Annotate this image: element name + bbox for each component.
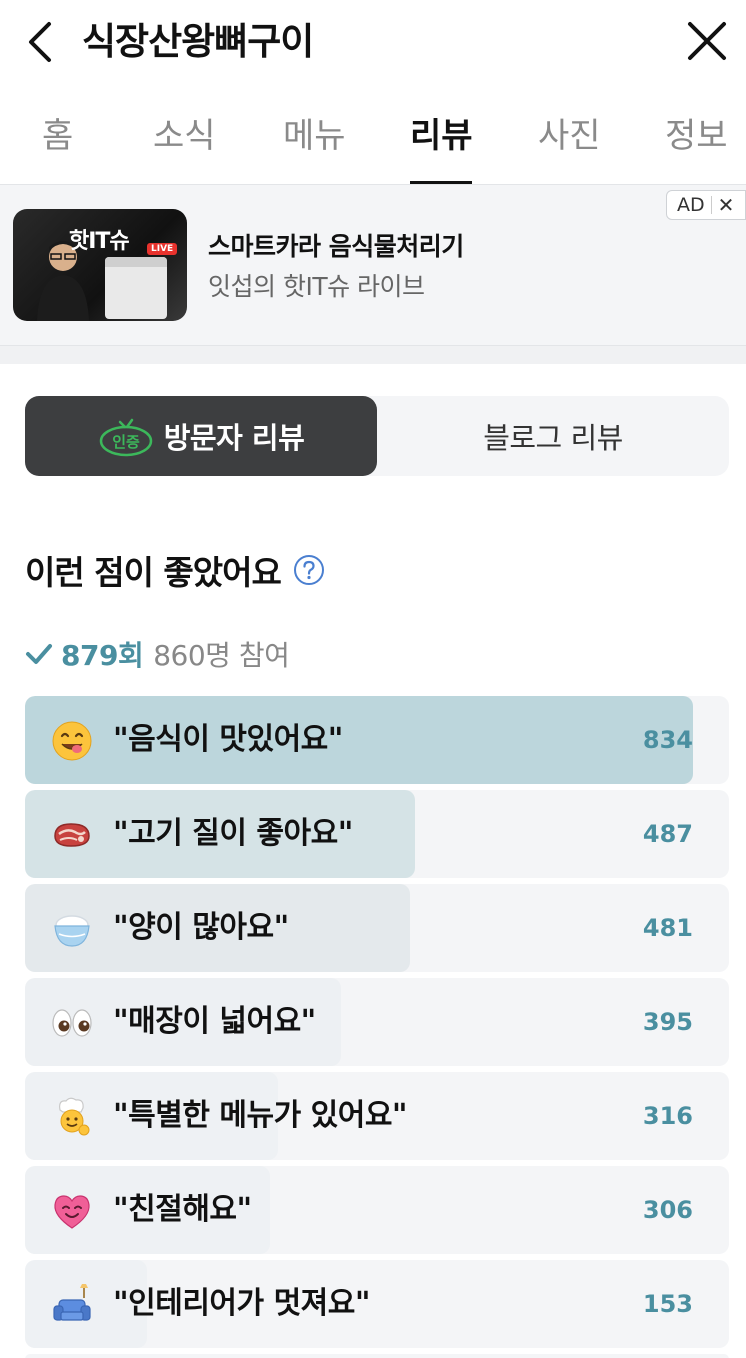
live-badge: LIVE	[147, 243, 178, 255]
ad-badge[interactable]: AD ✕	[666, 190, 746, 220]
device-top	[105, 257, 167, 267]
help-icon[interactable]	[293, 554, 325, 586]
tab-menu[interactable]: 메뉴	[283, 112, 346, 160]
keyword-row[interactable]: "양이 많아요" 481	[25, 884, 729, 972]
ad-label: AD	[667, 196, 712, 215]
ad-subtitle: 잇섭의 핫IT슈 라이브	[208, 272, 425, 301]
chef-icon	[59, 1097, 90, 1136]
keyword-count: 153	[642, 1290, 693, 1318]
keyword-label: "인테리어가 멋져요"	[113, 1286, 371, 1321]
meat-icon	[54, 823, 90, 847]
section-divider	[0, 346, 746, 364]
review-type-toggle: 인증 방문자 리뷰 블로그 리뷰	[25, 396, 729, 476]
participation-stats: 879회 860명 참여	[25, 634, 290, 674]
chevron-left-icon	[29, 22, 51, 62]
keyword-row[interactable]: "특별한 메뉴가 있어요" 316	[25, 1072, 729, 1160]
keyword-label: "친절해요"	[113, 1192, 252, 1227]
check-icon	[26, 644, 52, 664]
section-title: 이런 점이 좋았어요	[25, 553, 282, 592]
participant-count: 860명 참여	[153, 639, 290, 672]
top-bar: 식장산왕뼈구이	[0, 0, 746, 84]
keyword-label: "고기 질이 좋아요"	[113, 816, 353, 851]
vote-count: 879회	[61, 639, 144, 672]
keyword-row[interactable]: "매장이 넓어요" 395	[25, 978, 729, 1066]
keyword-count: 395	[642, 1008, 693, 1036]
keyword-row[interactable]: "친절해요" 306	[25, 1166, 729, 1254]
keyword-row[interactable]: "고기 질이 좋아요" 487	[25, 790, 729, 878]
visitor-review-button[interactable]: 인증 방문자 리뷰	[25, 396, 377, 476]
tab-photo[interactable]: 사진	[538, 112, 601, 160]
heart-face-icon	[54, 1195, 90, 1229]
certified-tv-icon: 인증	[99, 418, 152, 457]
ad-title: 스마트카라 음식물처리기	[208, 232, 464, 261]
keyword-label: "음식이 맛있어요"	[113, 722, 343, 757]
keyword-list: "음식이 맛있어요" 834 "고기 질이 좋아요" 487 "양이 많아요" …	[25, 696, 729, 1358]
ad-thumbnail: 핫IT슈 LIVE	[13, 209, 187, 321]
keyword-label: "매장이 넓어요"	[113, 1004, 316, 1039]
keyword-label: "특별한 메뉴가 있어요"	[113, 1098, 408, 1133]
close-icon	[688, 22, 726, 60]
keyword-count: 481	[642, 914, 693, 942]
tab-home[interactable]: 홈	[42, 112, 73, 160]
page-title: 식장산왕뼈구이	[82, 20, 314, 63]
blog-review-button[interactable]: 블로그 리뷰	[377, 396, 729, 476]
tab-info[interactable]: 정보	[665, 112, 728, 160]
cert-badge-text: 인증	[112, 433, 140, 451]
yum-face-icon	[52, 721, 92, 761]
ad-close-icon[interactable]: ✕	[712, 195, 735, 215]
keyword-label: "양이 많아요"	[113, 910, 289, 945]
keyword-row[interactable]: "인테리어가 멋져요" 153	[25, 1260, 729, 1348]
tab-bar: 홈 소식 메뉴 리뷰 사진 정보	[0, 100, 746, 184]
tab-review[interactable]: 리뷰	[410, 112, 473, 160]
visitor-review-label: 방문자 리뷰	[163, 421, 305, 455]
keyword-count: 834	[642, 726, 693, 754]
tab-news[interactable]: 소식	[153, 112, 216, 160]
keyword-count: 306	[642, 1196, 693, 1224]
keyword-count: 487	[642, 820, 693, 848]
sofa-icon	[53, 1284, 91, 1321]
keyword-row-partial	[25, 1354, 729, 1358]
ad-thumb-logo: 핫IT슈	[69, 229, 130, 254]
rice-bowl-icon	[54, 915, 90, 947]
eyes-icon	[52, 1009, 92, 1037]
ad-banner[interactable]: 핫IT슈 LIVE 스마트카라 음식물처리기 잇섭의 핫IT슈 라이브 AD ✕	[0, 184, 746, 346]
keyword-count: 316	[642, 1102, 693, 1130]
keyword-row[interactable]: "음식이 맛있어요" 834	[25, 696, 729, 784]
close-button[interactable]	[684, 18, 730, 64]
back-button[interactable]	[20, 20, 60, 64]
section-heading: 이런 점이 좋았어요	[25, 546, 325, 594]
